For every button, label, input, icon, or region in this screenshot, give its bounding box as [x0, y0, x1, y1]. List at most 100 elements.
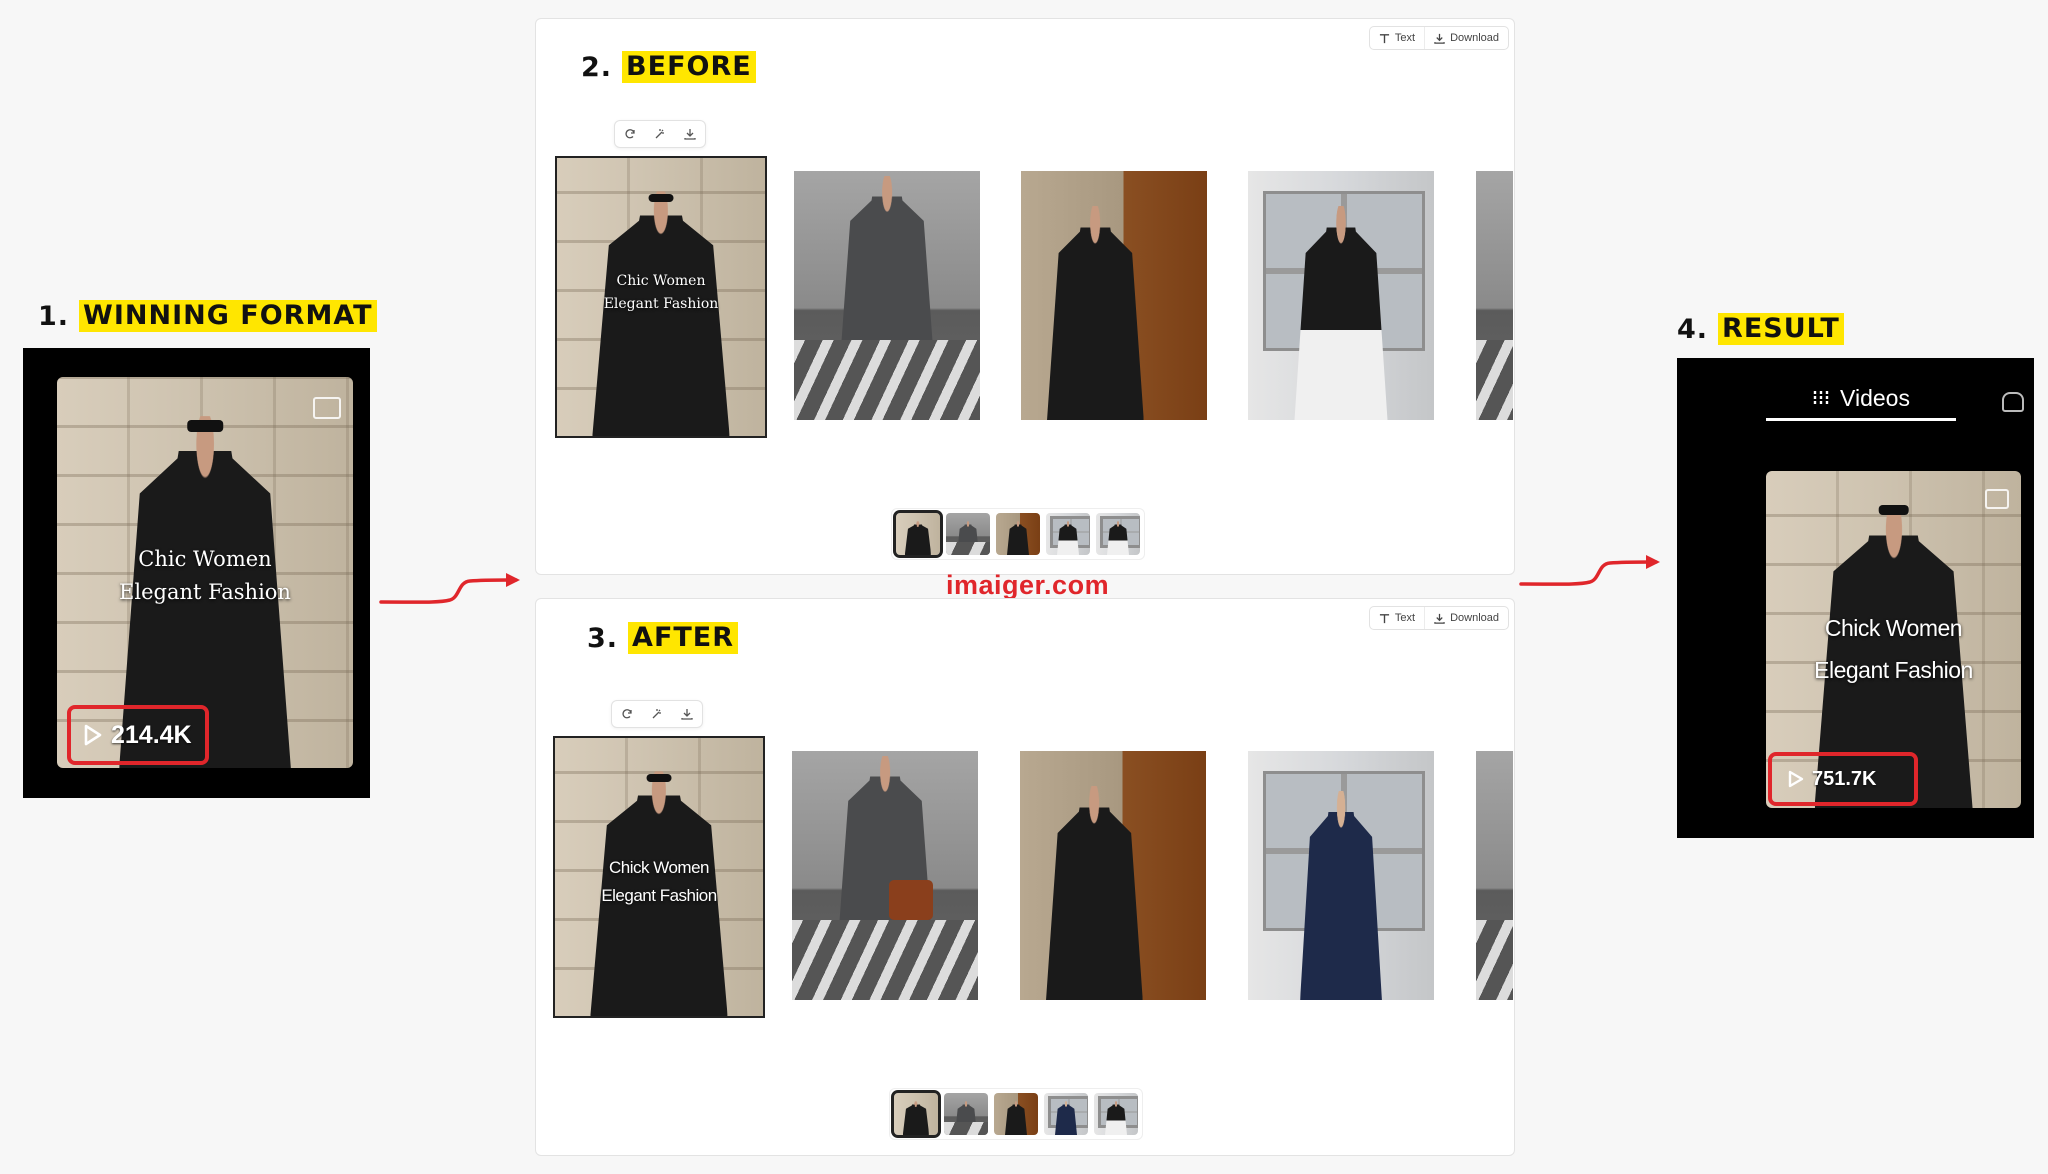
image-download-button[interactable] [672, 701, 702, 727]
sunglasses [1878, 504, 1909, 515]
tab-videos-label: Videos [1840, 384, 1910, 411]
views-highlight: 214.4K [67, 705, 209, 765]
result-caption: Chick Women Elegant Fashion [1766, 607, 2021, 691]
after-caption-line-2: Elegant Fashion [601, 886, 717, 905]
after-thumb-3[interactable] [994, 1093, 1038, 1135]
step-4-number: 4. [1677, 313, 1709, 345]
model-figure [1046, 785, 1143, 1000]
refresh-icon [625, 129, 635, 139]
before-image-2[interactable] [794, 171, 980, 420]
before-image-1[interactable]: Chic Women Elegant Fashion [555, 156, 767, 438]
arrow-icon [1519, 555, 1660, 586]
winning-caption: Chic Women Elegant Fashion [57, 543, 353, 609]
before-thumbnail-strip [891, 508, 1145, 560]
before-thumb-1[interactable] [893, 510, 943, 558]
before-image-4[interactable] [1248, 171, 1434, 420]
text-button-label: Text [1394, 32, 1416, 44]
step-2-heading: 2. BEFORE [581, 51, 756, 83]
enhance-button[interactable] [642, 701, 672, 727]
step-1-label: WINNING FORMAT [79, 300, 377, 332]
image-download-button[interactable] [675, 121, 705, 147]
step-3-number: 3. [587, 622, 619, 654]
text-icon [1379, 613, 1389, 623]
model-figure [1294, 205, 1388, 420]
regenerate-button[interactable] [615, 121, 645, 147]
before-caption: Chic Women Elegant Fashion [557, 270, 765, 316]
download-button-label: Download [1450, 32, 1499, 44]
model-figure [1047, 205, 1144, 420]
after-image-1[interactable]: Chick Women Elegant Fashion [553, 736, 765, 1018]
before-toolbar: Text Download [1368, 26, 1509, 50]
winning-format-photo: Chic Women Elegant Fashion 214.4K [57, 377, 353, 768]
after-toolbar: Text Download [1368, 606, 1509, 630]
download-icon [1434, 613, 1445, 624]
before-caption-line-2: Elegant Fashion [603, 296, 719, 312]
step-2-number: 2. [581, 51, 613, 83]
download-icon [684, 129, 696, 140]
views-count: 214.4K [111, 720, 192, 749]
model-figure [838, 176, 936, 381]
step-3-heading: 3. AFTER [587, 622, 739, 654]
after-caption-line-1: Chick Women [609, 858, 710, 877]
before-caption-line-1: Chic Women [616, 273, 706, 289]
regenerate-button[interactable] [612, 701, 642, 727]
winning-caption-line-1: Chic Women [138, 547, 272, 571]
text-button[interactable]: Text [1370, 607, 1424, 629]
after-card: 3. AFTER Text Download Chick Women Elega… [535, 598, 1515, 1156]
watermark: imaiger.com [946, 570, 1110, 600]
after-image-5-partial[interactable] [1476, 751, 1513, 1000]
image-tools [611, 700, 703, 728]
winning-format-panel: Chic Women Elegant Fashion 214.4K [23, 348, 370, 798]
after-thumb-5[interactable] [1094, 1093, 1138, 1135]
after-thumb-1[interactable] [891, 1090, 941, 1138]
step-1-number: 1. [38, 300, 70, 332]
play-icon [1788, 770, 1804, 788]
before-image-5-partial[interactable] [1476, 171, 1513, 420]
text-button-label: Text [1394, 612, 1416, 624]
download-icon [681, 709, 693, 720]
before-card: 2. BEFORE Text Download Chic Women Elega… [535, 18, 1515, 575]
result-caption-line-2: Elegant Fashion [1814, 657, 1973, 683]
download-icon [1434, 33, 1445, 44]
gallery-icon [1985, 489, 2009, 509]
after-image-3[interactable] [1020, 751, 1206, 1000]
tab-videos[interactable]: Videos [1766, 378, 1956, 421]
image-tools [614, 120, 706, 148]
videos-icon [1813, 391, 1829, 405]
before-thumb-2[interactable] [946, 513, 990, 555]
step-4-label: RESULT [1718, 313, 1844, 345]
text-button[interactable]: Text [1370, 27, 1424, 49]
download-button[interactable]: Download [1424, 607, 1508, 629]
result-panel: Videos Chick Women Elegant Fashion 751.7… [1677, 358, 2034, 838]
before-image-3[interactable] [1021, 171, 1207, 420]
after-thumb-4[interactable] [1044, 1093, 1088, 1135]
refresh-icon [622, 709, 632, 719]
result-caption-line-1: Chick Women [1824, 615, 1963, 641]
after-thumbnail-strip [889, 1088, 1143, 1140]
gallery-icon [313, 397, 341, 419]
liked-icon[interactable] [2002, 392, 2024, 412]
before-thumb-5[interactable] [1096, 513, 1140, 555]
model-figure [836, 756, 934, 961]
magic-icon [652, 709, 661, 719]
before-thumb-3[interactable] [996, 513, 1040, 555]
model-figure [1300, 790, 1382, 1000]
sunglasses [646, 774, 672, 783]
text-icon [1379, 33, 1389, 43]
enhance-button[interactable] [645, 121, 675, 147]
result-photo[interactable]: Chick Women Elegant Fashion 751.7K [1766, 471, 2021, 808]
step-3-label: AFTER [628, 622, 739, 654]
winning-caption-line-2: Elegant Fashion [119, 580, 291, 604]
arrow-icon [379, 573, 520, 604]
step-4-heading: 4. RESULT [1677, 313, 1844, 345]
after-thumb-2[interactable] [944, 1093, 988, 1135]
step-2-label: BEFORE [622, 51, 756, 83]
after-image-2[interactable] [792, 751, 978, 1000]
before-thumb-4[interactable] [1046, 513, 1090, 555]
step-1-heading: 1. WINNING FORMAT [38, 300, 377, 332]
handbag [888, 880, 933, 921]
play-icon [84, 724, 102, 746]
download-button[interactable]: Download [1424, 27, 1508, 49]
after-image-4[interactable] [1248, 751, 1434, 1000]
magic-icon [655, 129, 664, 139]
